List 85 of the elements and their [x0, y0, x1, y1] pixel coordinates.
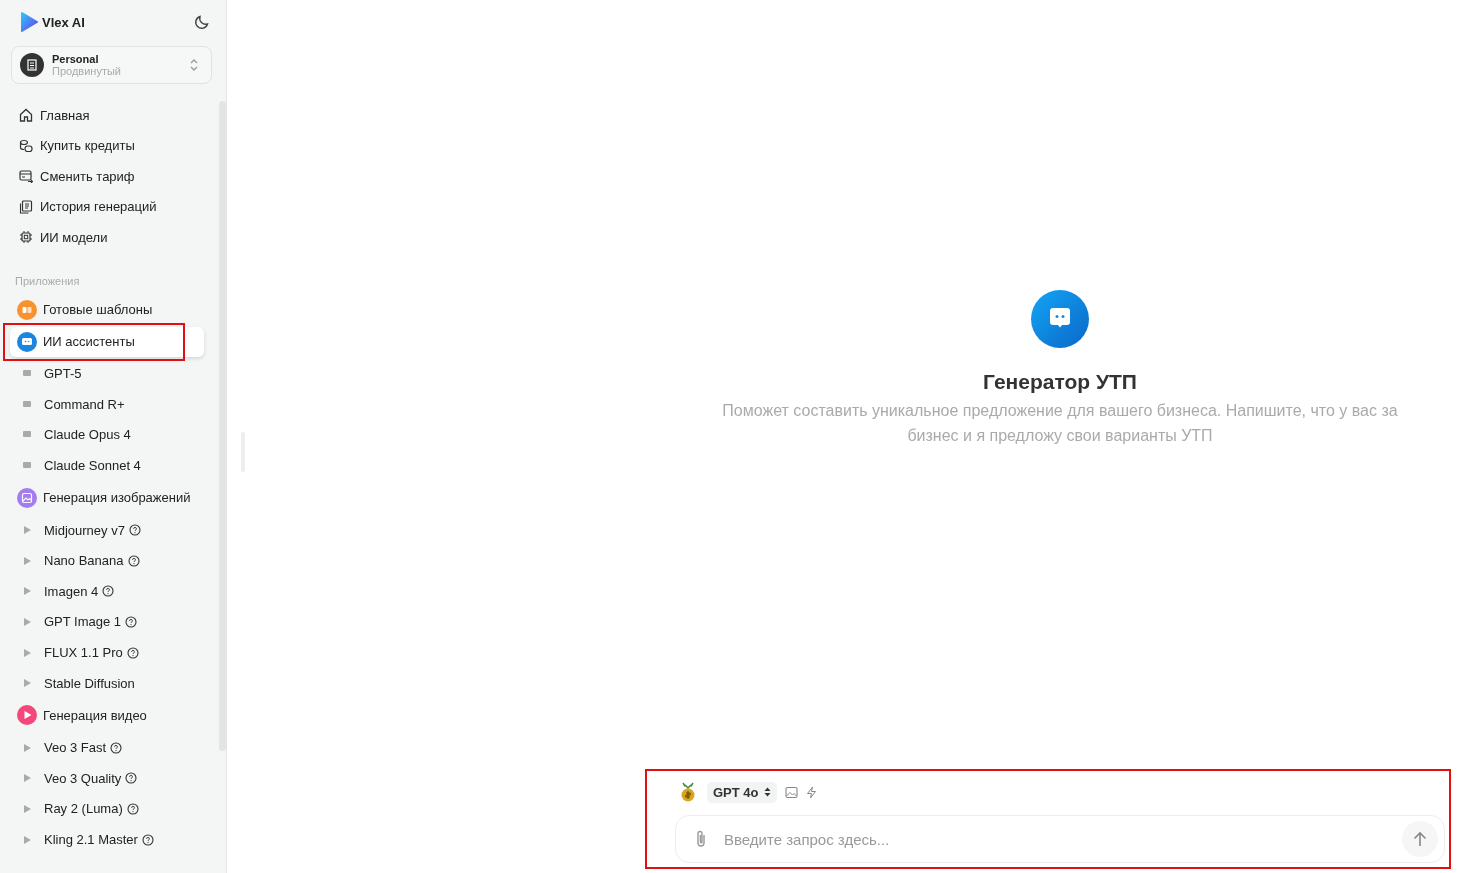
model-name: Command R+: [44, 396, 125, 412]
coins-icon: [19, 138, 33, 153]
triangle-icon: [22, 678, 32, 689]
chip-icon: [19, 230, 33, 245]
model-name: Imagen 4: [44, 583, 99, 599]
model-item[interactable]: Midjourney v7: [0, 514, 170, 546]
model-item[interactable]: Claude Opus 4: [0, 419, 170, 451]
arrow-up-icon: [1413, 831, 1427, 847]
model-item[interactable]: Stable Diffusion: [0, 667, 170, 699]
chat-bubble-icon: [1031, 290, 1089, 348]
workspace-plan: Продвинутый: [52, 65, 122, 77]
model-name: Veo 3 Fast: [44, 740, 107, 756]
send-button[interactable]: [1402, 821, 1438, 857]
sort-caret-icon: [763, 787, 771, 797]
model-name: GPT-5: [44, 366, 82, 382]
image-icon[interactable]: [784, 785, 798, 799]
model-selector[interactable]: GPT 4o: [707, 781, 777, 803]
help-icon[interactable]: [126, 646, 139, 659]
triangle-icon: [22, 586, 32, 597]
model-name: FLUX 1.1 Pro: [44, 645, 123, 661]
model-name: Nano Banana: [44, 553, 124, 569]
nav-item[interactable]: История генераций: [0, 191, 199, 222]
chat-bubble-icon: [22, 430, 32, 440]
section-heading: Приложения: [14, 273, 81, 289]
assistant-description: Поможет составить уникальное предложение для вашего бизнеса. Напишите, что у вас за бизнес и я предложу свои варианты УТП: [721, 401, 1399, 446]
chat-bubble-icon: [22, 461, 32, 471]
triangle-icon: [22, 647, 32, 658]
nav-item[interactable]: Купить кредиты: [0, 130, 199, 161]
model-item[interactable]: Command R+: [0, 389, 170, 420]
triangle-icon: [22, 773, 32, 784]
moon-icon[interactable]: [194, 14, 210, 30]
model-item[interactable]: Veo 3 Quality: [0, 763, 170, 794]
model-name: GPT Image 1: [44, 614, 122, 630]
model-name: Stable Diffusion: [44, 675, 135, 691]
model-name: Kling 2.1 Master: [44, 832, 138, 847]
scrollbar[interactable]: [219, 101, 226, 751]
model-item[interactable]: Kling 2.1 Master: [0, 824, 170, 855]
model-name: Midjourney v7: [44, 522, 125, 538]
model-name: Claude Opus 4: [44, 427, 131, 443]
help-icon[interactable]: [110, 741, 123, 754]
help-icon[interactable]: [125, 615, 138, 628]
model-name: Veo 3 Quality: [44, 770, 122, 786]
prompt-input[interactable]: Введите запрос здесь...: [722, 829, 1388, 849]
triangle-icon: [22, 616, 32, 627]
model-item[interactable]: FLUX 1.1 Pro: [0, 637, 170, 668]
triangle-icon: [22, 834, 32, 845]
help-icon[interactable]: [128, 524, 141, 537]
model-item[interactable]: GPT-5: [0, 358, 170, 390]
assistant-title: Генератор УТП: [983, 370, 1137, 394]
model-item[interactable]: Nano Banana: [0, 545, 170, 577]
app-item[interactable]: Готовые шаблоны: [10, 294, 204, 325]
nav-item[interactable]: ИИ модели: [0, 222, 199, 253]
prompt-field[interactable]: Введите запрос здесь...: [675, 815, 1445, 863]
model-item[interactable]: Veo 3 Fast: [0, 732, 170, 764]
workspace-switcher[interactable]: Personal Продвинутый: [11, 46, 212, 84]
paperclip-icon[interactable]: [694, 829, 708, 849]
triangle-icon: [22, 803, 32, 814]
chevron-updown-icon: [189, 58, 199, 72]
help-icon[interactable]: [127, 554, 140, 567]
brand-name: Vlex AI: [42, 14, 85, 30]
help-icon[interactable]: [126, 802, 139, 815]
app-item[interactable]: Генерация видео: [10, 700, 204, 731]
help-icon[interactable]: [125, 772, 138, 785]
chat-bubble-icon: [22, 369, 32, 379]
app-item[interactable]: Генерация изображений: [10, 482, 204, 513]
triangle-icon: [22, 742, 32, 753]
model-name: Claude Sonnet 4: [44, 458, 141, 474]
nav-item[interactable]: Главная: [0, 100, 199, 131]
model-item[interactable]: Ray 2 (Luma): [0, 793, 170, 825]
model-name: Ray 2 (Luma): [44, 801, 123, 817]
help-icon[interactable]: [141, 833, 154, 846]
triangle-icon: [22, 555, 32, 566]
home-icon: [19, 108, 33, 123]
model-item[interactable]: GPT Image 1: [0, 606, 170, 638]
model-item[interactable]: Imagen 4: [0, 576, 170, 607]
documents-icon: [19, 199, 33, 214]
nav-item[interactable]: Сменить тариф: [0, 161, 199, 192]
help-icon[interactable]: [102, 585, 115, 598]
lightning-icon[interactable]: [805, 785, 817, 799]
model-item[interactable]: Claude Sonnet 4: [0, 450, 170, 481]
workspace-name: Personal: [52, 53, 100, 65]
building-icon: [20, 53, 44, 77]
triangle-icon: [22, 525, 32, 536]
chat-bubble-icon: [22, 399, 32, 409]
play-logo-icon: [20, 12, 38, 32]
